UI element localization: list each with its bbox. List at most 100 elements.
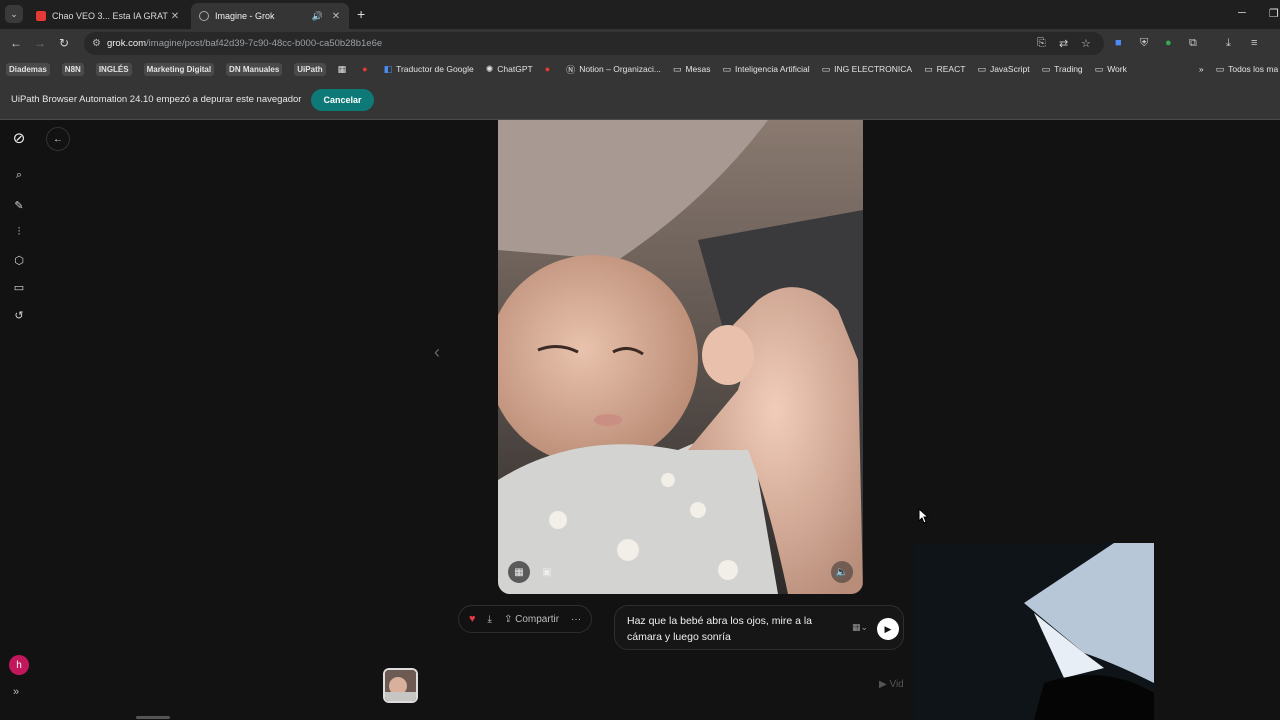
- download-icon[interactable]: ⤓: [1226, 37, 1231, 50]
- more-bookmarks-button[interactable]: »: [1199, 64, 1204, 74]
- bookmark-folder[interactable]: ▭ JavaScript: [977, 64, 1029, 75]
- extensions-puzzle-icon[interactable]: ⧉: [1189, 37, 1197, 50]
- speaker-icon[interactable]: 🔊: [312, 11, 323, 22]
- thumbnail[interactable]: [383, 668, 418, 703]
- install-app-icon[interactable]: ⎘: [1037, 37, 1046, 50]
- history-icon[interactable]: ↺: [10, 306, 28, 324]
- address-bar[interactable]: ⚙ grok.com /imagine/post/baf42d39-7c90-4…: [84, 32, 1104, 55]
- extension-icon[interactable]: ■: [1115, 37, 1122, 49]
- tab-search-button[interactable]: ⌄: [5, 5, 23, 23]
- bookmark-label: Work: [1107, 64, 1127, 74]
- bookmark-label: INGLÉS: [95, 62, 132, 76]
- bookmark-folder[interactable]: ▭ Mesas: [673, 64, 711, 75]
- tab-title: Chao VEO 3... Esta IA GRATIS c: [52, 11, 168, 21]
- folder-icon: ▭: [977, 63, 986, 74]
- prompt-input[interactable]: Haz que la bebé abra los ojos, mire a la…: [614, 605, 904, 650]
- post-actions: ♥ ⤓ ⇪ Compartir ···: [458, 605, 593, 633]
- generate-video-button[interactable]: ▶ Vid: [879, 679, 904, 690]
- send-button[interactable]: ▶: [877, 618, 899, 640]
- expand-sidebar-icon[interactable]: »: [13, 686, 19, 698]
- new-tab-button[interactable]: +: [357, 6, 365, 22]
- folder-icon: ▭: [672, 63, 682, 74]
- folder-icon[interactable]: ▭: [10, 278, 28, 296]
- back-button[interactable]: ←: [46, 127, 70, 151]
- bookmark-item[interactable]: Marketing Digital: [143, 62, 215, 76]
- bookmark-label: JavaScript: [989, 64, 1030, 74]
- tab-strip: ⌄ Chao VEO 3... Esta IA GRATIS c ✕ Imagi…: [0, 0, 1280, 29]
- voice-icon[interactable]: ⫶: [10, 223, 28, 241]
- bookmark-label: Diademas: [6, 62, 50, 76]
- youtube-icon: [36, 11, 46, 21]
- bookmark-label: Trading: [1054, 64, 1083, 74]
- site-info-icon[interactable]: ⚙: [92, 38, 101, 49]
- bookmark-label: ING ELECTRONICA: [834, 64, 913, 74]
- share-label: Compartir: [515, 613, 560, 625]
- bookmarks-bar: Diademas N8N INGLÉS Marketing Digital DN…: [0, 58, 1280, 80]
- sidebar: ⊘ ⌕ ✎ ⫶ ⬡ ▭ ↺ h »: [0, 120, 38, 720]
- youtube-bookmark[interactable]: ●: [545, 64, 554, 74]
- extension-green-icon[interactable]: ●: [1165, 37, 1172, 49]
- avatar[interactable]: h: [9, 655, 29, 675]
- bookmark-label: N8N: [61, 62, 84, 76]
- imagine-icon[interactable]: ⬡: [10, 251, 28, 269]
- close-tab-icon[interactable]: ✕: [168, 11, 182, 22]
- shield-icon[interactable]: ⛨: [1140, 37, 1148, 50]
- previous-arrow-icon[interactable]: ‹: [434, 342, 440, 363]
- bookmark-item[interactable]: UiPath: [294, 62, 326, 76]
- heart-icon[interactable]: ♥: [469, 613, 476, 625]
- image-mode-icon[interactable]: ▣: [536, 561, 558, 583]
- share-button[interactable]: ⇪ Compartir: [504, 614, 559, 625]
- reload-icon[interactable]: ↻: [59, 36, 69, 50]
- bookmark-folder[interactable]: ▭ Trading: [1042, 64, 1083, 75]
- tab-grok[interactable]: Imagine - Grok 🔊 ✕: [191, 3, 349, 29]
- forward-icon[interactable]: →: [34, 36, 46, 50]
- bookmark-folder[interactable]: ▭ ING ELECTRONICA: [822, 64, 912, 75]
- horizontal-scrollbar[interactable]: [136, 716, 170, 719]
- more-options-icon[interactable]: ···: [571, 614, 581, 625]
- mouse-cursor-icon: [918, 508, 930, 524]
- bookmark-item[interactable]: Ⓝ Notion – Organizaci...: [566, 63, 661, 76]
- mode-dropdown[interactable]: ▦⌄: [852, 622, 868, 633]
- youtube-icon: ●: [544, 64, 551, 74]
- close-tab-icon[interactable]: ✕: [329, 11, 343, 22]
- sound-icon[interactable]: 🔈: [831, 561, 853, 583]
- bookmark-item[interactable]: INGLÉS: [95, 62, 132, 76]
- cancel-button[interactable]: Cancelar: [311, 88, 374, 111]
- generated-image[interactable]: ▦ ▣ 🔈: [498, 120, 863, 594]
- debug-infobar: UiPath Browser Automation 24.10 empezó a…: [0, 80, 1280, 120]
- apps-grid-icon[interactable]: ▦: [338, 64, 351, 75]
- back-icon[interactable]: ←: [10, 36, 22, 50]
- tab-youtube[interactable]: Chao VEO 3... Esta IA GRATIS c ✕: [28, 3, 188, 29]
- bookmark-label: Traductor de Google: [396, 64, 474, 74]
- bookmark-item[interactable]: ◧ Traductor de Google: [384, 64, 474, 75]
- bookmark-folder[interactable]: ▭ Inteligencia Artificial: [722, 64, 809, 75]
- restore-icon[interactable]: ❐: [1269, 7, 1279, 20]
- bookmark-star-icon[interactable]: ☆: [1081, 37, 1091, 50]
- grok-favicon-icon: [199, 11, 209, 21]
- youtube-bookmark[interactable]: ●: [362, 64, 371, 74]
- grok-page: ⊘ ⌕ ✎ ⫶ ⬡ ▭ ↺ h » ← ‹ ▦ ▣ 🔈 ♥ ⤓ ⇪ Compar…: [0, 120, 1280, 720]
- tab-title: Imagine - Grok: [215, 11, 275, 21]
- bookmark-label: REACT: [936, 64, 966, 74]
- download-icon[interactable]: ⤓: [488, 614, 492, 625]
- all-bookmarks-folder[interactable]: ▭ Todos los ma: [1216, 64, 1279, 75]
- edit-icon[interactable]: ✎: [10, 196, 28, 214]
- minimize-icon[interactable]: ─: [1238, 7, 1246, 19]
- media-control-icon[interactable]: ≡: [1251, 37, 1257, 49]
- bookmark-item[interactable]: ✺ ChatGPT: [486, 64, 533, 75]
- search-icon[interactable]: ⌕: [10, 166, 28, 184]
- bookmark-folder[interactable]: ▭ REACT: [924, 64, 965, 75]
- infobar-message: UiPath Browser Automation 24.10 empezó a…: [11, 94, 302, 105]
- webcam-feed: [914, 543, 1154, 720]
- prompt-text[interactable]: Haz que la bebé abra los ojos, mire a la…: [627, 613, 847, 645]
- bookmark-folder[interactable]: ▭ Work: [1095, 64, 1127, 75]
- grok-logo-icon[interactable]: ⊘: [10, 129, 28, 147]
- video-mode-icon[interactable]: ▦: [508, 561, 530, 583]
- translate-icon[interactable]: ⇄: [1059, 37, 1068, 50]
- bookmark-item[interactable]: N8N: [61, 62, 84, 76]
- bookmark-item[interactable]: DN Manuales: [226, 62, 283, 76]
- bookmark-label: ChatGPT: [497, 64, 533, 74]
- bookmark-item[interactable]: Diademas: [6, 62, 50, 76]
- url-host: grok.com: [106, 38, 147, 49]
- webcam-overlay: [914, 543, 1154, 720]
